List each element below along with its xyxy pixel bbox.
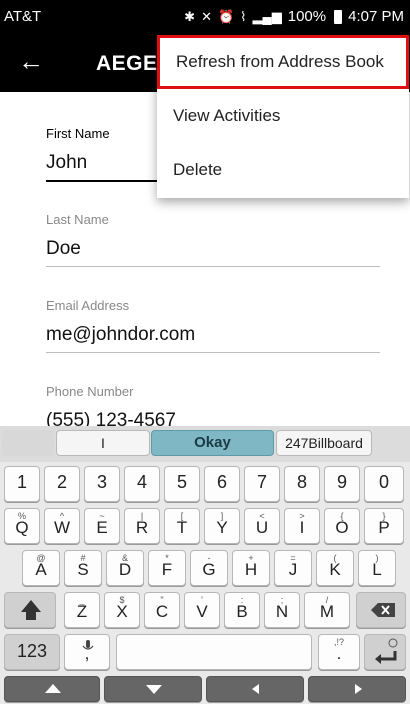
- key-8[interactable]: 8: [284, 466, 320, 502]
- last-name-field[interactable]: Last Name Doe: [46, 212, 380, 292]
- key-m[interactable]: / M: [304, 592, 350, 628]
- suggestion-expand-handle[interactable]: [2, 430, 54, 456]
- email-label: Email Address: [46, 298, 130, 313]
- arrow-right-icon: [355, 684, 362, 694]
- letter-row-2: @ A # S & D * F -G + H = J (K ) L: [0, 550, 410, 590]
- shift-icon: [21, 600, 41, 620]
- alarm-icon: ⏰: [217, 8, 235, 24]
- key-j[interactable]: = J: [274, 550, 312, 586]
- shift-key[interactable]: [4, 592, 56, 628]
- key-5[interactable]: 5: [164, 466, 200, 502]
- comma-key[interactable]: ,: [64, 634, 110, 670]
- key-2[interactable]: 2: [44, 466, 80, 502]
- arrow-left-key[interactable]: [206, 676, 304, 702]
- mute-icon: ✕: [201, 8, 212, 24]
- key-o[interactable]: {O: [324, 508, 360, 544]
- suggestion-bar: I Okay 247Billboard: [0, 426, 410, 462]
- arrow-right-key[interactable]: [308, 676, 406, 702]
- key-t[interactable]: [T: [164, 508, 200, 544]
- phone-label: Phone Number: [46, 384, 134, 399]
- arrow-left-icon[interactable]: ←: [18, 48, 44, 74]
- key-i[interactable]: > I: [284, 508, 320, 544]
- suggestion-3[interactable]: 247Billboard: [276, 430, 372, 456]
- key-1[interactable]: 1: [4, 466, 40, 502]
- key-3[interactable]: 3: [84, 466, 120, 502]
- last-name-input[interactable]: Doe: [46, 238, 380, 267]
- email-field[interactable]: Email Address me@johndor.com: [46, 298, 380, 378]
- key-k[interactable]: (K: [316, 550, 354, 586]
- key-g[interactable]: -G: [190, 550, 228, 586]
- letter-row-3: _ Z $ X " C ' V :B ; N / M: [0, 592, 410, 632]
- key-z[interactable]: _ Z: [64, 592, 100, 628]
- key-f[interactable]: * F: [148, 550, 186, 586]
- bottom-row: 123 , ,!? .: [0, 634, 410, 674]
- menu-item-view-activities[interactable]: View Activities: [157, 89, 409, 143]
- email-input[interactable]: me@johndor.com: [46, 324, 380, 353]
- status-bar: AT&T ✱ ✕ ⏰ ⌇ ▂▄▆ 100% 4:07 PM: [0, 0, 410, 34]
- arrow-left-icon: [252, 684, 259, 694]
- keyboard: I Okay 247Billboard 1 2 3 4 5 6 7 8 9 0 …: [0, 426, 410, 704]
- key-4[interactable]: 4: [124, 466, 160, 502]
- app-title: AEGE/: [96, 52, 164, 75]
- key-s[interactable]: # S: [64, 550, 102, 586]
- arrow-row: [0, 676, 410, 716]
- key-u[interactable]: < U: [244, 508, 280, 544]
- key-r[interactable]: | R: [124, 508, 160, 544]
- arrow-down-icon: [146, 685, 162, 694]
- overflow-menu: Refresh from Address Book View Activitie…: [157, 35, 409, 198]
- delete-key[interactable]: [356, 592, 406, 628]
- arrow-up-icon: [45, 684, 61, 693]
- menu-item-delete[interactable]: Delete: [157, 143, 409, 197]
- bluetooth-icon: ✱: [184, 8, 196, 24]
- wifi-icon: ⌇: [240, 8, 247, 24]
- key-c[interactable]: " C: [144, 592, 180, 628]
- key-l[interactable]: ) L: [358, 550, 396, 586]
- arrow-down-key[interactable]: [104, 676, 202, 702]
- key-p[interactable]: } P: [364, 508, 404, 544]
- key-n[interactable]: ; N: [264, 592, 300, 628]
- key-d[interactable]: & D: [106, 550, 144, 586]
- key-v[interactable]: ' V: [184, 592, 220, 628]
- key-q[interactable]: % Q: [4, 508, 40, 544]
- battery-percent: 100%: [287, 8, 327, 25]
- battery-icon: [334, 9, 343, 24]
- number-row: 1 2 3 4 5 6 7 8 9 0: [0, 466, 410, 506]
- key-w[interactable]: ^ W: [44, 508, 80, 544]
- key-7[interactable]: 7: [244, 466, 280, 502]
- last-name-label: Last Name: [46, 212, 109, 227]
- clock: 4:07 PM: [348, 8, 404, 25]
- period-key[interactable]: ,!? .: [318, 634, 360, 670]
- key-a[interactable]: @ A: [22, 550, 60, 586]
- signal-icon: ▂▄▆: [252, 8, 282, 24]
- key-9[interactable]: 9: [324, 466, 360, 502]
- menu-item-refresh[interactable]: Refresh from Address Book: [157, 35, 409, 89]
- backspace-icon: [371, 603, 395, 617]
- key-0[interactable]: 0: [364, 466, 404, 502]
- key-x[interactable]: $ X: [104, 592, 140, 628]
- key-6[interactable]: 6: [204, 466, 240, 502]
- enter-icon: [375, 638, 398, 664]
- suggestion-1[interactable]: I: [56, 430, 150, 456]
- key-h[interactable]: + H: [232, 550, 270, 586]
- numbers-mode-key[interactable]: 123: [4, 634, 60, 670]
- key-e[interactable]: ~ E: [84, 508, 120, 544]
- key-y[interactable]: ] Y: [204, 508, 240, 544]
- arrow-up-key[interactable]: [4, 676, 100, 702]
- carrier-label: AT&T: [4, 8, 42, 25]
- key-b[interactable]: :B: [224, 592, 260, 628]
- enter-key[interactable]: [364, 634, 406, 670]
- suggestion-2[interactable]: Okay: [151, 430, 274, 456]
- letter-row-1: % Q ^ W ~ E | R [T ] Y < U > I {O } P: [0, 508, 410, 548]
- space-bar[interactable]: [116, 634, 312, 670]
